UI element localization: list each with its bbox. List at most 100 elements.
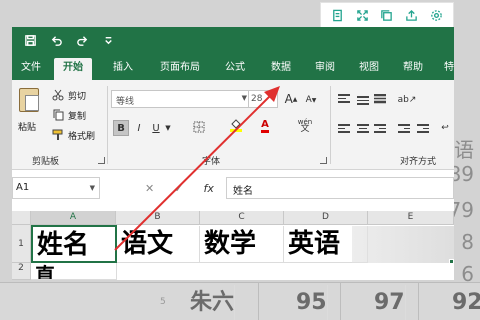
tab-data[interactable]: 数据 xyxy=(264,58,298,80)
ribbon: 粘贴 剪切 复制 格式刷 剪贴板 等线 ▼ 28 A ▲ A ▼ B I U ▼… xyxy=(12,80,454,170)
phonetic-glyph: 文 xyxy=(300,124,310,134)
background-bottom-row: 5 朱六 95 97 92 xyxy=(0,282,480,320)
formula-input[interactable]: 姓名 xyxy=(226,177,454,199)
tab-help[interactable]: 帮助 xyxy=(398,58,428,80)
cut-label: 剪切 xyxy=(68,91,87,102)
underline-dropdown[interactable]: ▼ xyxy=(164,120,172,136)
tab-view[interactable]: 视图 xyxy=(354,58,384,80)
format-painter-button[interactable]: 格式刷 xyxy=(52,128,95,142)
cut-button[interactable]: 剪切 xyxy=(52,88,86,102)
background-cell: 8 xyxy=(461,230,474,254)
wrap-text-button[interactable]: ↩ xyxy=(438,120,452,136)
select-all-corner[interactable] xyxy=(12,211,31,225)
document-icon[interactable] xyxy=(328,6,346,24)
row-header-1[interactable]: 1 xyxy=(12,225,31,263)
italic-button[interactable]: I xyxy=(133,120,145,136)
italic-label: I xyxy=(137,122,141,134)
font-size-select[interactable]: 28 xyxy=(248,90,278,108)
formula-buttons: ✕ ✓ fx xyxy=(135,177,224,199)
chevron-down-icon: ▼ xyxy=(165,124,171,132)
excel-window: 文件 开始 插入 页面布局 公式 数据 审阅 视图 帮助 特 粘贴 剪切 复制 xyxy=(12,27,454,280)
align-center-icon[interactable] xyxy=(357,124,369,134)
customize-icon[interactable] xyxy=(100,33,116,49)
fill-handle[interactable] xyxy=(449,259,454,264)
borders-button[interactable] xyxy=(192,120,206,136)
column-header-c[interactable]: C xyxy=(200,211,284,225)
align-top-icon[interactable] xyxy=(338,94,350,104)
background-cell: 朱六 xyxy=(186,285,236,320)
redo-icon[interactable] xyxy=(74,33,90,49)
formula-content: 姓名 xyxy=(233,186,253,197)
font-color-button[interactable]: A xyxy=(258,118,272,134)
column-header-b[interactable]: B xyxy=(116,211,200,225)
cell-a1[interactable]: 姓名 xyxy=(31,225,117,263)
background-cell: 95 xyxy=(292,285,328,320)
name-box-value: A1 xyxy=(16,182,30,193)
font-color-label: A xyxy=(261,119,269,133)
insert-function-icon[interactable]: fx xyxy=(204,182,214,195)
grow-font-button[interactable]: A ▲ xyxy=(284,91,298,107)
tab-home[interactable]: 开始 xyxy=(54,58,92,80)
share-icon[interactable] xyxy=(403,6,421,24)
tab-insert[interactable]: 插入 xyxy=(108,58,138,80)
column-header-e[interactable]: E xyxy=(368,211,454,225)
background-gridline xyxy=(340,282,341,320)
clipboard-launcher-icon[interactable] xyxy=(98,157,105,164)
fill-color-button[interactable] xyxy=(228,118,244,134)
column-header-d[interactable]: D xyxy=(284,211,368,225)
tab-more[interactable]: 特 xyxy=(442,58,454,80)
align-bottom-icon[interactable] xyxy=(374,94,386,104)
copy-doc-icon xyxy=(52,109,64,121)
shrink-font-button[interactable]: A ▼ xyxy=(304,92,318,108)
font-name-select[interactable]: 等线 ▼ xyxy=(111,90,250,108)
underline-label: U xyxy=(152,122,160,134)
grow-font-label: A xyxy=(284,92,293,106)
align-middle-icon[interactable] xyxy=(357,96,369,106)
chevron-down-icon: ▼ xyxy=(89,184,95,192)
cell-a2[interactable]: 直 xyxy=(31,263,117,280)
copy-button[interactable]: 复制 xyxy=(52,108,86,122)
align-left-icon[interactable] xyxy=(338,124,350,134)
copy-label: 复制 xyxy=(68,111,87,122)
cell-c1[interactable]: 数学 xyxy=(200,226,284,263)
orientation-button[interactable]: ab↗ xyxy=(398,92,417,108)
tab-page-layout[interactable]: 页面布局 xyxy=(154,58,206,80)
title-bar xyxy=(12,27,454,54)
scissors-icon xyxy=(52,89,64,101)
undo-icon[interactable] xyxy=(48,33,64,49)
column-header-a[interactable]: A xyxy=(31,211,116,225)
bold-button[interactable]: B xyxy=(113,120,129,136)
background-cell: 97 xyxy=(370,285,406,320)
background-row-number: 5 xyxy=(160,297,166,307)
expand-icon[interactable] xyxy=(353,6,371,24)
name-box[interactable]: A1 ▼ xyxy=(12,177,100,199)
settings-icon[interactable] xyxy=(428,6,446,24)
formula-bar: A1 ▼ ✕ ✓ fx 姓名 xyxy=(12,177,454,199)
copy-icon[interactable] xyxy=(378,6,396,24)
align-right-icon[interactable] xyxy=(374,124,386,134)
tab-formulas[interactable]: 公式 xyxy=(220,58,250,80)
border-grid-icon xyxy=(193,121,205,136)
underline-button[interactable]: U xyxy=(150,120,162,136)
save-icon[interactable] xyxy=(22,33,38,49)
cancel-icon[interactable]: ✕ xyxy=(145,182,154,195)
decrease-indent-icon[interactable] xyxy=(398,124,410,134)
tab-review[interactable]: 审阅 xyxy=(310,58,340,80)
tab-file[interactable]: 文件 xyxy=(16,58,46,80)
format-painter-label: 格式刷 xyxy=(68,131,96,142)
enter-icon[interactable]: ✓ xyxy=(174,182,183,195)
paste-button[interactable]: 粘贴 xyxy=(16,86,42,140)
cell-b1[interactable]: 语文 xyxy=(117,226,200,263)
phonetic-button[interactable]: wén 文 xyxy=(296,118,314,134)
blurred-overlay xyxy=(352,226,454,263)
ribbon-separator xyxy=(107,86,108,164)
bold-label: B xyxy=(117,122,125,134)
wrap-text-icon: ↩ xyxy=(441,123,449,133)
floating-toolbar xyxy=(320,2,454,28)
font-size-value: 28 xyxy=(251,94,263,104)
increase-indent-icon[interactable] xyxy=(417,124,429,134)
paste-label: 粘贴 xyxy=(18,123,37,133)
spreadsheet-grid: A B C D E 1 2 姓名 语文 数学 英语 直 xyxy=(12,211,454,280)
row-header-2[interactable]: 2 xyxy=(12,263,31,280)
font-launcher-icon[interactable] xyxy=(320,157,327,164)
